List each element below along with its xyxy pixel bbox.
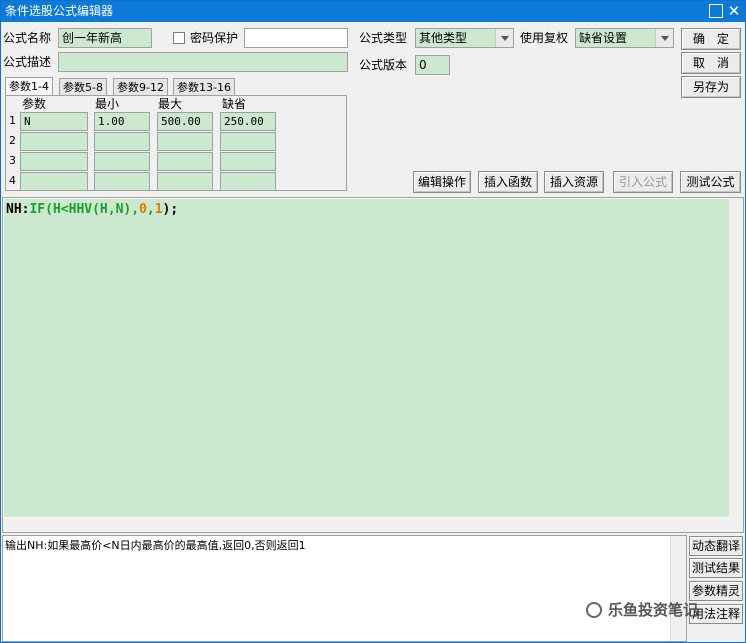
save-as-button[interactable]: 另存为 (681, 76, 741, 98)
chevron-down-icon[interactable] (655, 29, 673, 47)
param-min-cell[interactable] (94, 152, 150, 171)
import-formula-button[interactable]: 引入公式 (613, 171, 673, 193)
output-scrollbar[interactable] (670, 536, 686, 641)
reuse-select[interactable]: 缺省设置 (575, 28, 674, 48)
col-header-param: 参数 (22, 97, 47, 111)
output-text: 输出NH:如果最高价<N日内最高价的最高值,返回0,否则返回1 (5, 539, 306, 552)
password-label: 密码保护 (190, 31, 239, 45)
formula-name-label: 公式名称 (3, 31, 52, 45)
code-token: IF(H<HHV(H,N), (29, 202, 140, 217)
version-label: 公式版本 (359, 58, 408, 72)
formula-editor-window: 条件选股公式编辑器 ✕ 公式名称 创一年新高 密码保护 公式类型 其他类型 使用… (0, 0, 746, 643)
formula-name-input[interactable]: 创一年新高 (58, 28, 152, 48)
title-bar: 条件选股公式编辑器 ✕ (1, 1, 745, 22)
param-name-cell[interactable] (20, 172, 88, 191)
formula-type-label: 公式类型 (359, 31, 408, 45)
tab-params-9-12[interactable]: 参数9-12 (113, 78, 168, 96)
dynamic-translate-button[interactable]: 动态翻译 (689, 536, 743, 556)
close-icon[interactable]: ✕ (727, 4, 741, 19)
formula-desc-label: 公式描述 (3, 55, 52, 69)
cancel-button[interactable]: 取 消 (681, 52, 741, 74)
param-wizard-button[interactable]: 参数精灵 (689, 581, 743, 601)
reuse-label: 使用复权 (520, 31, 569, 45)
row-number: 3 (9, 154, 16, 167)
maximize-icon[interactable] (709, 4, 723, 18)
vertical-scrollbar[interactable] (729, 198, 743, 532)
code-token: NH: (6, 202, 30, 217)
formula-type-value: 其他类型 (419, 31, 468, 45)
param-max-cell[interactable] (157, 152, 213, 171)
tab-params-5-8[interactable]: 参数5-8 (59, 78, 107, 96)
chevron-down-icon[interactable] (495, 29, 513, 47)
param-min-cell[interactable]: 1.00 (94, 112, 150, 131)
param-default-cell[interactable] (220, 132, 276, 151)
watermark: 乐鱼投资笔记 (586, 599, 698, 620)
col-header-default: 缺省 (222, 97, 247, 111)
param-max-cell[interactable]: 500.00 (157, 112, 213, 131)
col-header-min: 最小 (95, 97, 120, 111)
tab-params-1-4[interactable]: 参数1-4 (5, 77, 53, 96)
param-max-cell[interactable] (157, 172, 213, 191)
tab-params-13-16[interactable]: 参数13-16 (173, 78, 235, 96)
param-name-cell[interactable] (20, 152, 88, 171)
code-editor[interactable]: NH:IF(H<HHV(H,N),0,1); (2, 197, 744, 533)
horizontal-scrollbar[interactable] (3, 518, 731, 532)
col-header-max: 最大 (158, 97, 183, 111)
code-token: 0 (139, 202, 147, 217)
code-token: 1 (154, 202, 163, 217)
insert-resource-button[interactable]: 插入资源 (544, 171, 604, 193)
watermark-text: 乐鱼投资笔记 (608, 601, 699, 619)
wechat-icon (586, 602, 602, 618)
param-min-cell[interactable] (94, 172, 150, 191)
param-max-cell[interactable] (157, 132, 213, 151)
code-token: ); (162, 202, 179, 217)
test-formula-button[interactable]: 测试公式 (680, 171, 741, 193)
code-area[interactable]: NH:IF(H<HHV(H,N),0,1); (4, 199, 730, 517)
row-number: 4 (9, 174, 16, 187)
password-input[interactable] (244, 28, 348, 48)
insert-function-button[interactable]: 插入函数 (478, 171, 538, 193)
param-grid: 参数 最小 最大 缺省 1 N 1.00 500.00 250.00 2 3 4 (5, 95, 347, 191)
param-default-cell[interactable] (220, 152, 276, 171)
edit-operation-button[interactable]: 编辑操作 (413, 171, 471, 193)
code-token: , (146, 202, 155, 217)
param-default-cell[interactable] (220, 172, 276, 191)
row-number: 1 (9, 114, 16, 127)
reuse-value: 缺省设置 (579, 31, 628, 45)
param-default-cell[interactable]: 250.00 (220, 112, 276, 131)
ok-button[interactable]: 确 定 (681, 28, 741, 50)
window-title: 条件选股公式编辑器 (5, 4, 114, 18)
param-name-cell[interactable]: N (20, 112, 88, 131)
test-result-button[interactable]: 测试结果 (689, 558, 743, 578)
formula-desc-input[interactable] (58, 52, 348, 72)
password-checkbox[interactable] (173, 32, 185, 44)
output-panel: 输出NH:如果最高价<N日内最高价的最高值,返回0,否则返回1 (2, 535, 687, 642)
param-name-cell[interactable] (20, 132, 88, 151)
version-input[interactable]: 0 (415, 55, 450, 75)
row-number: 2 (9, 134, 16, 147)
formula-type-select[interactable]: 其他类型 (415, 28, 514, 48)
param-min-cell[interactable] (94, 132, 150, 151)
